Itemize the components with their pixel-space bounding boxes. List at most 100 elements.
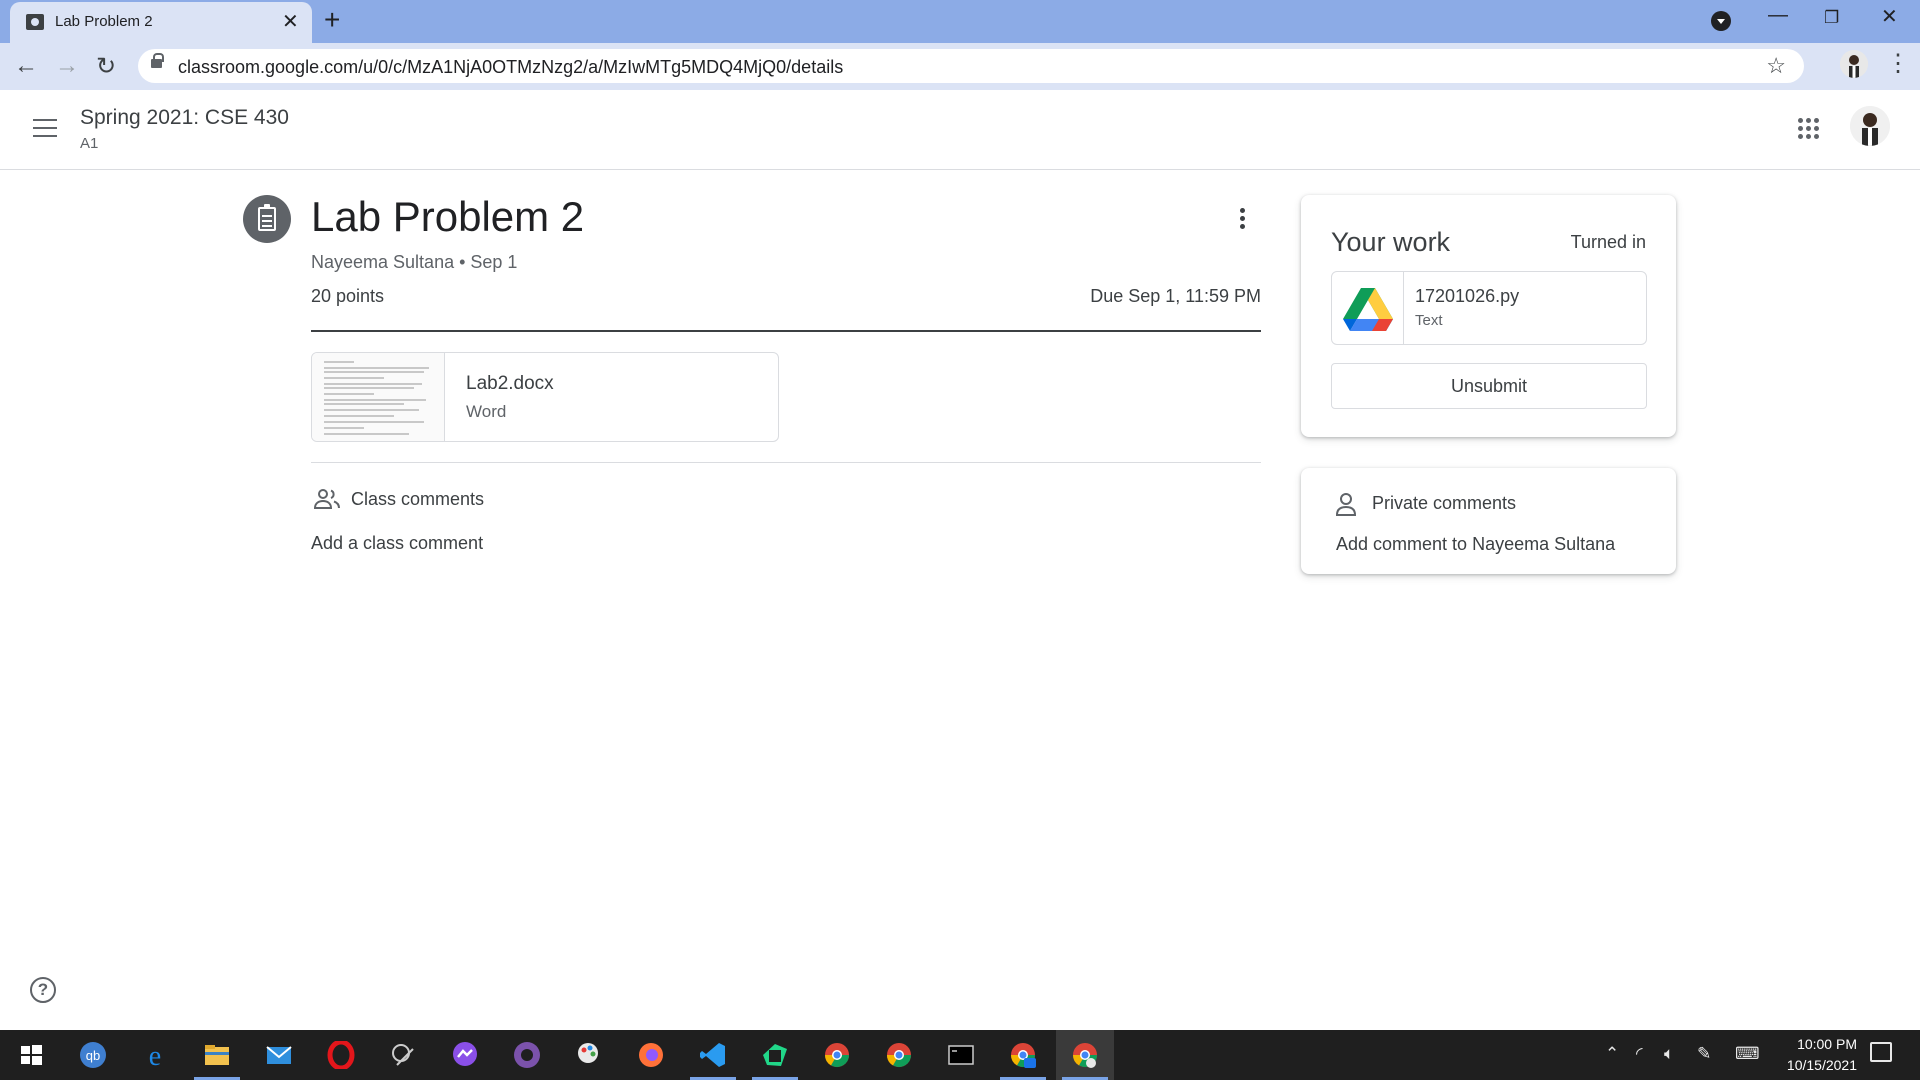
class-section: A1: [80, 135, 99, 152]
taskbar-chrome-current[interactable]: [1056, 1030, 1114, 1080]
google-drive-icon: [1332, 272, 1404, 344]
add-private-comment-link[interactable]: Add comment to Nayeema Sultana: [1336, 534, 1615, 555]
taskbar-github-desktop[interactable]: [498, 1030, 556, 1080]
restore-icon[interactable]: ❐: [1824, 8, 1839, 28]
opera-icon: [327, 1041, 355, 1069]
chrome-menu-icon[interactable]: ⋮: [1886, 49, 1910, 78]
person-icon: [1335, 493, 1357, 516]
system-clock[interactable]: 10:00 PM 10/15/2021: [1767, 1034, 1857, 1076]
unsubmit-button[interactable]: Unsubmit: [1331, 363, 1647, 409]
bookmark-star-icon[interactable]: ☆: [1766, 53, 1786, 79]
chrome-icon: [1011, 1043, 1036, 1068]
address-bar[interactable]: classroom.google.com/u/0/c/MzA1NjA0OTMzN…: [138, 49, 1804, 83]
attachment-card[interactable]: Lab2.docx Word: [311, 352, 779, 442]
lock-icon[interactable]: [151, 53, 164, 68]
taskbar-inkscape[interactable]: [374, 1030, 432, 1080]
class-name[interactable]: Spring 2021: CSE 430: [80, 106, 289, 130]
google-apps-icon[interactable]: [1798, 118, 1820, 140]
browser-tab-strip: Lab Problem 2 ✕ + — ❐ ✕: [0, 0, 1920, 43]
mail-icon: [266, 1046, 292, 1064]
pycharm-icon: [763, 1044, 787, 1066]
more-options-icon[interactable]: [1240, 208, 1246, 230]
taskbar-pycharm[interactable]: [746, 1030, 804, 1080]
taskbar-edge[interactable]: e: [126, 1030, 184, 1080]
document-thumbnail: [312, 353, 445, 441]
account-avatar[interactable]: [1850, 106, 1890, 146]
private-comments-card: Private comments Add comment to Nayeema …: [1301, 468, 1676, 574]
taskbar-messenger[interactable]: [436, 1030, 494, 1080]
windows-taskbar: qb e ⌃ ◜ 🔈︎ ✎ ⌨ 10:00 PM 10/15/2021: [0, 1030, 1920, 1080]
assignment-due-date: Due Sep 1, 11:59 PM: [1090, 286, 1261, 306]
messenger-icon: [453, 1042, 477, 1066]
url-text[interactable]: classroom.google.com/u/0/c/MzA1NjA0OTMzN…: [178, 57, 843, 78]
inkscape-icon: [392, 1044, 414, 1066]
folder-icon: [205, 1045, 229, 1065]
notifications-icon[interactable]: [1870, 1042, 1892, 1062]
divider: [311, 330, 1261, 332]
chrome-icon: [825, 1043, 849, 1068]
edge-icon: e: [149, 1041, 161, 1069]
tab-search-icon[interactable]: [1711, 11, 1731, 31]
taskbar-opera[interactable]: [312, 1030, 370, 1080]
taskbar-firefox[interactable]: [622, 1030, 680, 1080]
keyboard-icon[interactable]: ⌨: [1735, 1044, 1760, 1064]
assignment-title: Lab Problem 2: [311, 193, 585, 240]
vscode-icon: [700, 1043, 725, 1067]
submission-status: Turned in: [1570, 232, 1646, 252]
classroom-header: Spring 2021: CSE 430 A1: [0, 90, 1920, 170]
reload-icon[interactable]: ↻: [96, 52, 116, 81]
new-tab-icon[interactable]: +: [324, 4, 340, 36]
your-work-title: Your work: [1331, 227, 1451, 257]
people-icon: [313, 489, 340, 509]
class-comments-heading: Class comments: [351, 489, 485, 509]
divider: [311, 462, 1261, 463]
classroom-favicon-icon: [26, 14, 44, 30]
svg-text:e: e: [149, 1041, 161, 1069]
taskbar-mail[interactable]: [250, 1030, 308, 1080]
taskbar-qbittorrent[interactable]: qb: [64, 1030, 122, 1080]
chrome-icon: [1073, 1043, 1097, 1068]
taskbar-paint[interactable]: [560, 1030, 618, 1080]
clock-date: 10/15/2021: [1786, 1057, 1857, 1073]
clock-time: 10:00 PM: [1797, 1036, 1857, 1052]
assignment-author-date: Nayeema Sultana • Sep 1: [311, 252, 518, 272]
tab-title: Lab Problem 2: [55, 13, 153, 30]
windows-logo-icon: [21, 1045, 42, 1065]
submitted-file-name: 17201026.py: [1415, 286, 1520, 306]
github-icon: [514, 1042, 540, 1068]
network-icon[interactable]: ◜: [1636, 1044, 1643, 1064]
taskbar-chrome-profile-ek[interactable]: [994, 1030, 1052, 1080]
submitted-file-type: Text: [1415, 312, 1443, 329]
svg-text:qb: qb: [86, 1048, 100, 1063]
your-work-card: Your work Turned in 17201026.py Text Uns…: [1301, 195, 1676, 437]
taskbar-chrome[interactable]: [870, 1030, 928, 1080]
qbittorrent-icon: qb: [80, 1042, 106, 1068]
add-class-comment-link[interactable]: Add a class comment: [311, 533, 483, 554]
start-button[interactable]: [2, 1030, 60, 1080]
paint-icon: [578, 1043, 598, 1063]
taskbar-terminal[interactable]: [932, 1030, 990, 1080]
pen-icon[interactable]: ✎: [1697, 1044, 1711, 1064]
taskbar-vscode[interactable]: [684, 1030, 742, 1080]
assignment-points: 20 points: [311, 286, 385, 306]
taskbar-file-explorer[interactable]: [188, 1030, 246, 1080]
firefox-icon: [639, 1043, 663, 1067]
chrome-icon: [887, 1043, 911, 1068]
minimize-icon[interactable]: —: [1768, 4, 1788, 27]
tab-close-icon[interactable]: ✕: [282, 9, 299, 34]
show-hidden-icons-icon[interactable]: ⌃: [1605, 1044, 1619, 1064]
back-icon[interactable]: ←: [14, 52, 38, 80]
help-icon[interactable]: ?: [30, 977, 56, 1003]
main-menu-icon[interactable]: [33, 119, 57, 137]
forward-icon[interactable]: →: [55, 52, 79, 80]
private-comments-heading: Private comments: [1372, 493, 1517, 513]
chrome-profile-avatar[interactable]: [1840, 50, 1868, 78]
assignment-icon: [243, 195, 291, 243]
taskbar-chrome-profile-1[interactable]: [808, 1030, 866, 1080]
volume-icon[interactable]: 🔈︎: [1664, 1044, 1674, 1064]
browser-toolbar: ← → ↻ classroom.google.com/u/0/c/MzA1NjA…: [0, 43, 1920, 90]
window-close-icon[interactable]: ✕: [1881, 4, 1898, 29]
submitted-file[interactable]: 17201026.py Text: [1331, 271, 1647, 345]
terminal-icon: [948, 1045, 974, 1065]
browser-tab[interactable]: Lab Problem 2 ✕: [10, 2, 312, 43]
